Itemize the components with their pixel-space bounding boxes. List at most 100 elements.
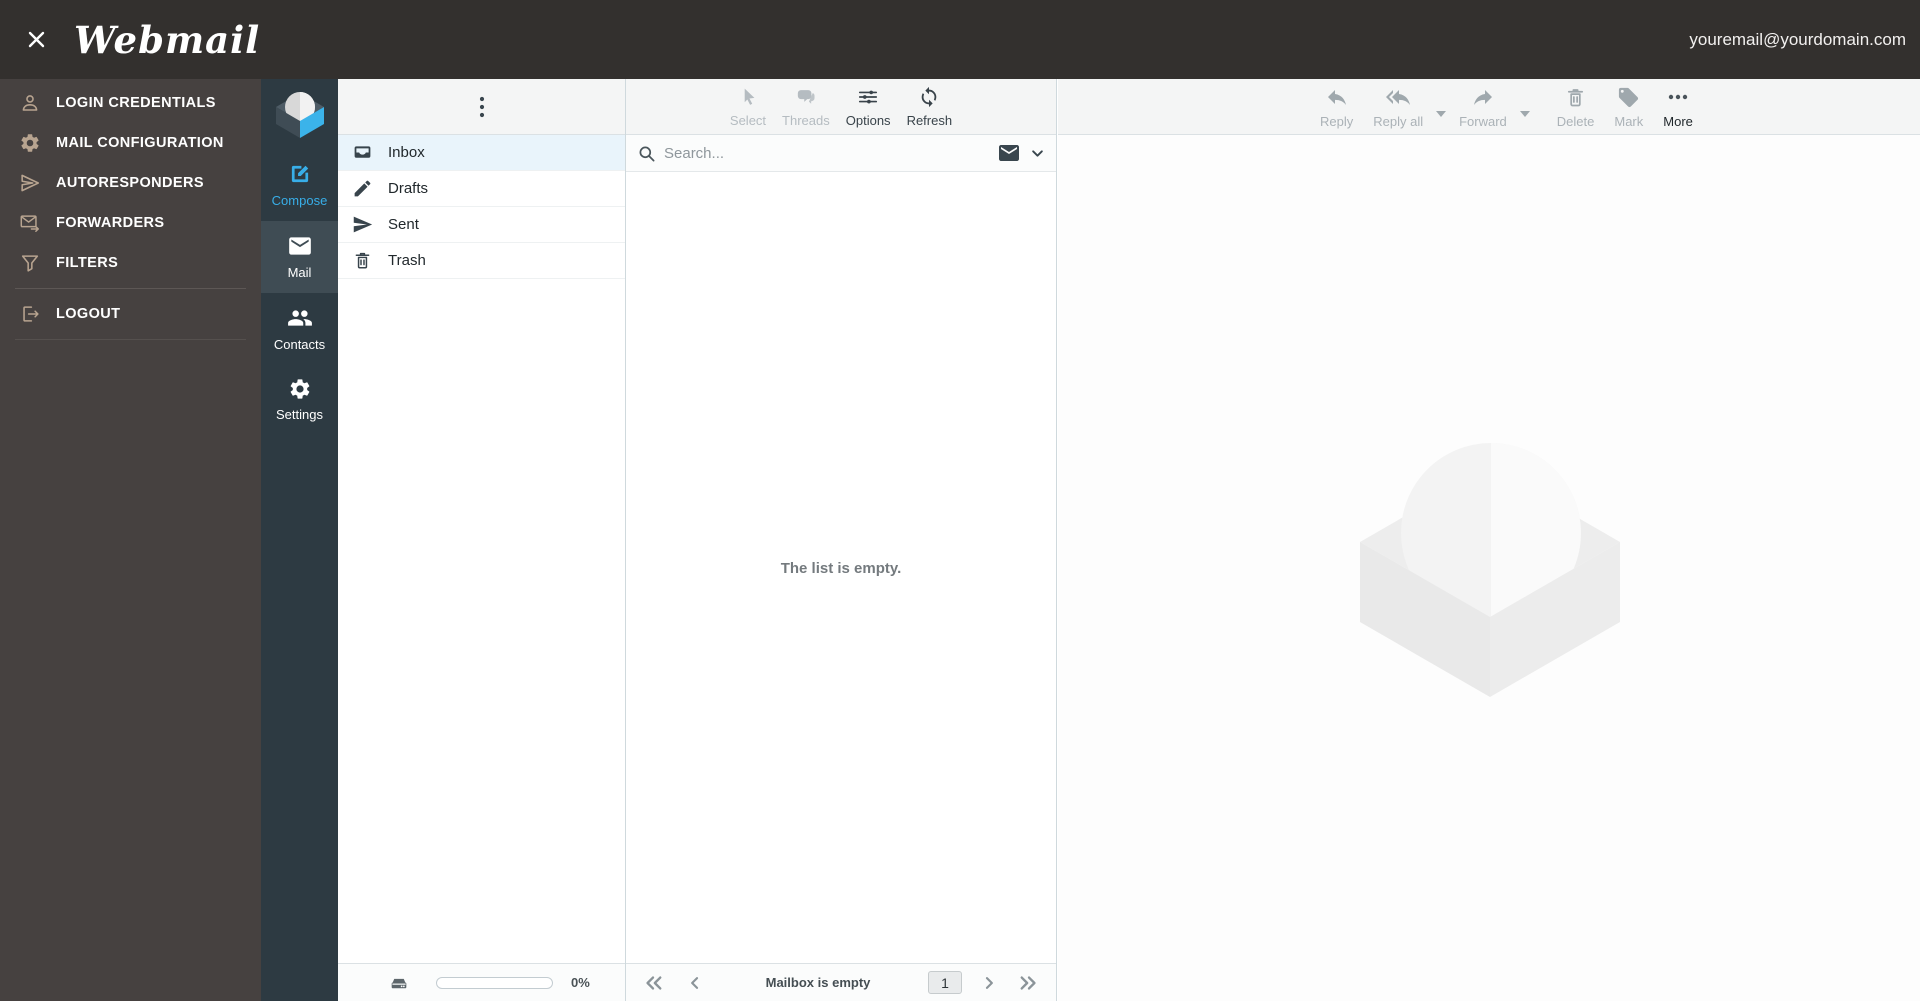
refresh-icon xyxy=(918,86,940,108)
folder-trash[interactable]: Trash xyxy=(338,243,625,279)
folder-list-header xyxy=(338,79,625,135)
empty-list-message: The list is empty. xyxy=(780,559,902,577)
reply-all-menu-button[interactable] xyxy=(1433,79,1449,134)
toolbar-label: Mark xyxy=(1614,113,1644,129)
user-email: youremail@yourdomain.com xyxy=(1689,29,1906,49)
options-icon xyxy=(857,86,879,108)
last-page-icon xyxy=(1019,974,1039,992)
folder-name: Sent xyxy=(388,216,419,233)
sidebar-divider xyxy=(15,339,246,340)
close-button[interactable] xyxy=(22,26,50,54)
forward-button[interactable]: Forward xyxy=(1449,79,1517,135)
toolbar-label: More xyxy=(1663,114,1693,129)
kebab-icon xyxy=(479,96,485,118)
toolbar-label: Select xyxy=(729,112,767,128)
folder-drafts[interactable]: Drafts xyxy=(338,171,625,207)
toolbar-label: Delete xyxy=(1556,113,1595,129)
folder-inbox[interactable]: Inbox xyxy=(338,135,625,171)
threads-button[interactable]: Threads xyxy=(774,79,838,135)
toolbar-label: Options xyxy=(845,112,891,128)
settings-icon xyxy=(288,377,312,401)
taskmenu-contacts[interactable]: Contacts xyxy=(261,293,338,365)
toolbar-label: Reply all xyxy=(1373,114,1424,129)
sidebar-item-mail-configuration[interactable]: MAIL CONFIGURATION xyxy=(0,123,261,163)
tag-icon xyxy=(1617,86,1640,109)
caret-down-icon xyxy=(1519,110,1530,117)
taskmenu-label: Mail xyxy=(287,265,312,280)
gear-icon xyxy=(19,132,41,154)
taskmenu-label: Settings xyxy=(276,407,323,422)
reply-icon xyxy=(1325,85,1349,109)
search-input[interactable] xyxy=(664,144,997,162)
sidebar-item-label: LOGIN CREDENTIALS xyxy=(56,95,216,111)
more-button[interactable]: More xyxy=(1653,79,1703,135)
reply-all-button[interactable]: Reply all xyxy=(1363,79,1433,135)
prev-page-button[interactable] xyxy=(682,970,708,996)
next-page-button[interactable] xyxy=(976,970,1002,996)
mark-button[interactable]: Mark xyxy=(1604,79,1653,135)
message-list-toolbar: Select Threads Options Refresh xyxy=(626,79,1056,135)
search-scope-button[interactable] xyxy=(997,141,1021,165)
cursor-icon xyxy=(737,86,759,108)
mail-icon xyxy=(287,233,313,259)
taskmenu-compose[interactable]: Compose xyxy=(261,149,338,221)
toolbar-label: Forward xyxy=(1459,114,1507,129)
threads-icon xyxy=(795,86,817,108)
taskmenu-settings[interactable]: Settings xyxy=(261,365,338,435)
select-button[interactable]: Select xyxy=(722,79,774,135)
taskmenu-mail[interactable]: Mail xyxy=(261,221,338,293)
first-page-button[interactable] xyxy=(640,970,666,996)
sidebar-item-login-credentials[interactable]: LOGIN CREDENTIALS xyxy=(0,83,261,123)
folder-options-button[interactable] xyxy=(465,90,499,124)
taskmenu-label: Compose xyxy=(271,193,328,208)
taskmenu-label: Contacts xyxy=(273,337,326,352)
contacts-icon xyxy=(287,305,313,331)
funnel-icon xyxy=(19,252,41,274)
prev-page-icon xyxy=(686,974,704,992)
first-page-icon xyxy=(643,974,663,992)
caret-down-icon xyxy=(1436,110,1447,117)
close-icon xyxy=(27,30,46,49)
search-options-button[interactable] xyxy=(1030,146,1045,161)
sidebar-item-forwarders[interactable]: FORWARDERS xyxy=(0,203,261,243)
sidebar-item-autoresponders[interactable]: AUTORESPONDERS xyxy=(0,163,261,203)
user-icon xyxy=(19,92,41,114)
folder-sent[interactable]: Sent xyxy=(338,207,625,243)
inbox-icon xyxy=(352,142,373,163)
send-icon xyxy=(352,214,373,235)
toolbar-label: Refresh xyxy=(906,112,953,128)
forward-icon xyxy=(1471,85,1495,109)
folder-list-pane: Inbox Drafts Sent Trash 0% xyxy=(338,79,626,1001)
message-list-pane: Select Threads Options Refresh Search...… xyxy=(626,79,1057,1001)
sidebar-item-label: LOGOUT xyxy=(56,306,121,322)
paper-plane-icon xyxy=(19,172,41,194)
refresh-button[interactable]: Refresh xyxy=(899,79,961,135)
quota-footer: 0% xyxy=(338,963,625,1001)
envelope-icon xyxy=(997,141,1021,165)
chevron-down-icon xyxy=(1030,146,1045,161)
next-page-icon xyxy=(980,974,998,992)
sidebar-divider xyxy=(15,288,246,289)
sidebar-item-filters[interactable]: FILTERS xyxy=(0,243,261,283)
folder-name: Trash xyxy=(388,252,426,269)
message-list-footer: Mailbox is empty xyxy=(626,963,1056,1001)
cube-sphere-watermark xyxy=(1358,437,1622,704)
last-page-button[interactable] xyxy=(1016,970,1042,996)
sidebar-item-logout[interactable]: LOGOUT xyxy=(0,294,261,334)
sidebar-item-label: FILTERS xyxy=(56,255,119,271)
search-icon xyxy=(637,144,656,163)
quota-progress-bar xyxy=(436,976,553,989)
forward-menu-button[interactable] xyxy=(1517,79,1533,134)
delete-button[interactable]: Delete xyxy=(1547,79,1605,135)
compose-icon xyxy=(287,161,313,187)
main-area: LOGIN CREDENTIALS MAIL CONFIGURATION AUT… xyxy=(0,79,1920,1001)
options-button[interactable]: Options xyxy=(838,79,899,135)
cube-sphere-logo xyxy=(272,86,328,147)
delete-icon xyxy=(1564,86,1587,109)
content-pane: Reply Reply all Forward Delete Mark More xyxy=(1058,79,1920,1001)
page-number-input[interactable] xyxy=(928,971,962,994)
reply-button[interactable]: Reply xyxy=(1310,79,1363,135)
settings-sidebar: LOGIN CREDENTIALS MAIL CONFIGURATION AUT… xyxy=(0,79,261,1001)
sidebar-item-label: AUTORESPONDERS xyxy=(56,175,204,191)
toolbar-label: Threads xyxy=(782,112,830,128)
